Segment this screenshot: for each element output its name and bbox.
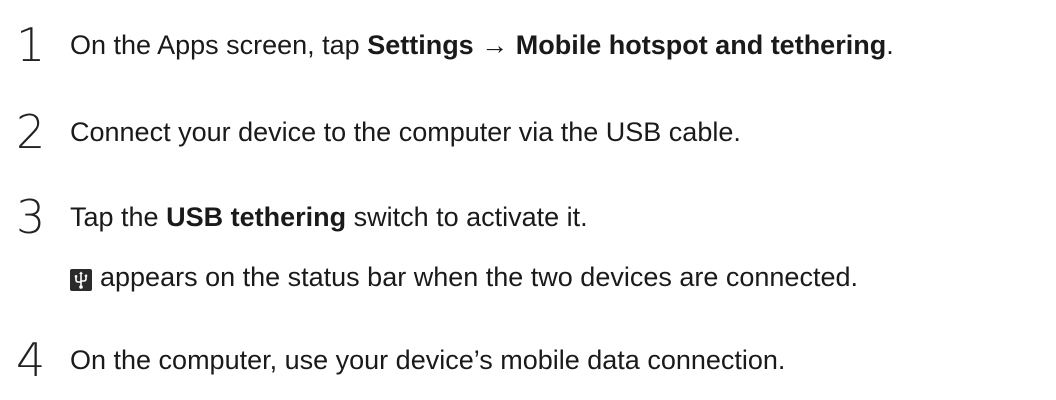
step-instruction: Connect your device to the computer via … xyxy=(70,115,741,149)
instruction-text: Connect your device to the computer via … xyxy=(70,117,741,147)
arrow-right-icon: → xyxy=(473,30,516,60)
step-instruction: Tap the USB tethering switch to activate… xyxy=(70,200,588,234)
step-instruction: On the Apps screen, tap Settings → Mobil… xyxy=(70,28,894,62)
step-instruction: On the computer, use your device’s mobil… xyxy=(70,343,785,377)
step-number: 1 xyxy=(16,18,46,72)
step-number: 3 xyxy=(16,190,46,244)
usb-icon xyxy=(70,265,92,291)
menu-hotspot-label: Mobile hotspot and tethering xyxy=(515,30,887,60)
note-text: appears on the status bar when the two d… xyxy=(100,262,858,292)
instruction-text: On the Apps screen, tap xyxy=(70,30,368,60)
usb-tethering-label: USB tethering xyxy=(166,202,347,232)
status-note: appears on the status bar when the two d… xyxy=(70,260,858,294)
instruction-text: On the computer, use your device’s mobil… xyxy=(70,345,786,375)
step-number: 4 xyxy=(16,333,46,387)
instruction-text: . xyxy=(886,30,894,60)
menu-settings-label: Settings xyxy=(367,30,474,60)
step-number: 2 xyxy=(16,105,46,159)
instruction-text: switch to activate it. xyxy=(346,202,588,232)
instruction-text: Tap the xyxy=(70,202,167,232)
